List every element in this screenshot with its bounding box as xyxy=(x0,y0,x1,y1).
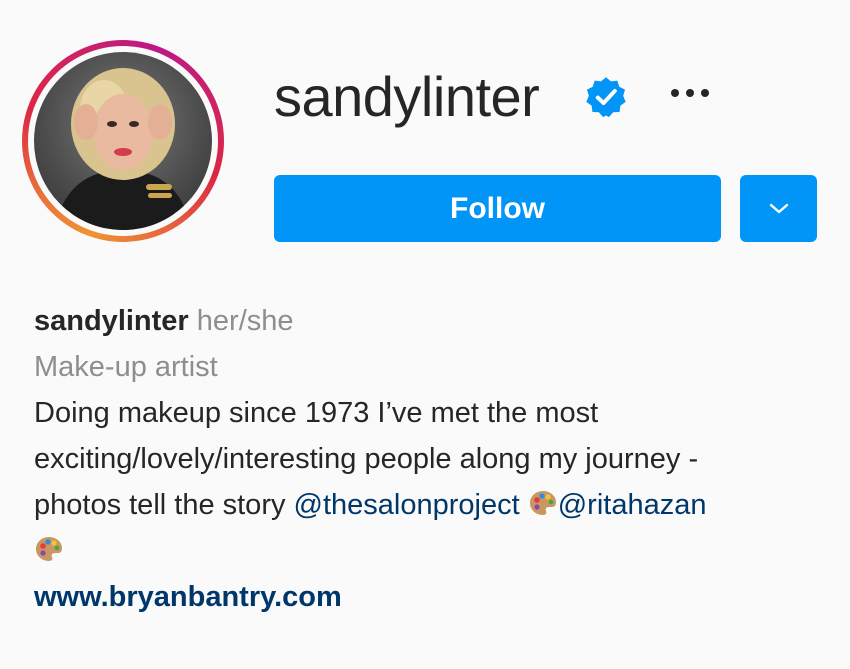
more-options-icon[interactable] xyxy=(665,78,715,108)
bio-website-row: www.bryanbantry.com xyxy=(34,574,834,620)
bio-name-row: sandylinter her/she xyxy=(34,298,834,344)
follow-button[interactable]: Follow xyxy=(274,175,721,242)
website-link[interactable]: www.bryanbantry.com xyxy=(34,581,342,613)
bio-text-line-4 xyxy=(34,528,834,574)
artist-palette-icon xyxy=(36,537,62,561)
artist-palette-icon xyxy=(529,491,556,515)
bio-full-name: sandylinter xyxy=(34,305,189,337)
profile-photo xyxy=(54,68,192,230)
suggested-accounts-dropdown-button[interactable] xyxy=(740,175,817,242)
bio-pronouns: her/she xyxy=(196,305,294,337)
mention-link-thesalonproject[interactable]: @thesalonproject xyxy=(294,489,520,521)
profile-bio: sandylinter her/she Make-up artist Doing… xyxy=(34,298,834,620)
profile-header: sandylinter Follow sandylinter her/she M… xyxy=(0,0,850,669)
bio-category: Make-up artist xyxy=(34,351,218,383)
profile-username: sandylinter xyxy=(274,65,540,128)
follow-button-label: Follow xyxy=(450,191,545,225)
chevron-down-icon xyxy=(769,203,788,213)
story-ring[interactable] xyxy=(22,40,224,242)
bio-text-line-2: exciting/lovely/interesting people along… xyxy=(34,443,699,475)
mention-link-ritahazan[interactable]: @ritahazan xyxy=(558,489,707,521)
avatar[interactable] xyxy=(34,52,212,230)
verified-badge-icon xyxy=(586,77,626,118)
bio-text-line-3-prefix: photos tell the story xyxy=(34,489,294,521)
bio-text-line-1: Doing makeup since 1973 I’ve met the mos… xyxy=(34,397,599,429)
bio-text-line-3: photos tell the story @thesalonproject @… xyxy=(34,482,834,528)
